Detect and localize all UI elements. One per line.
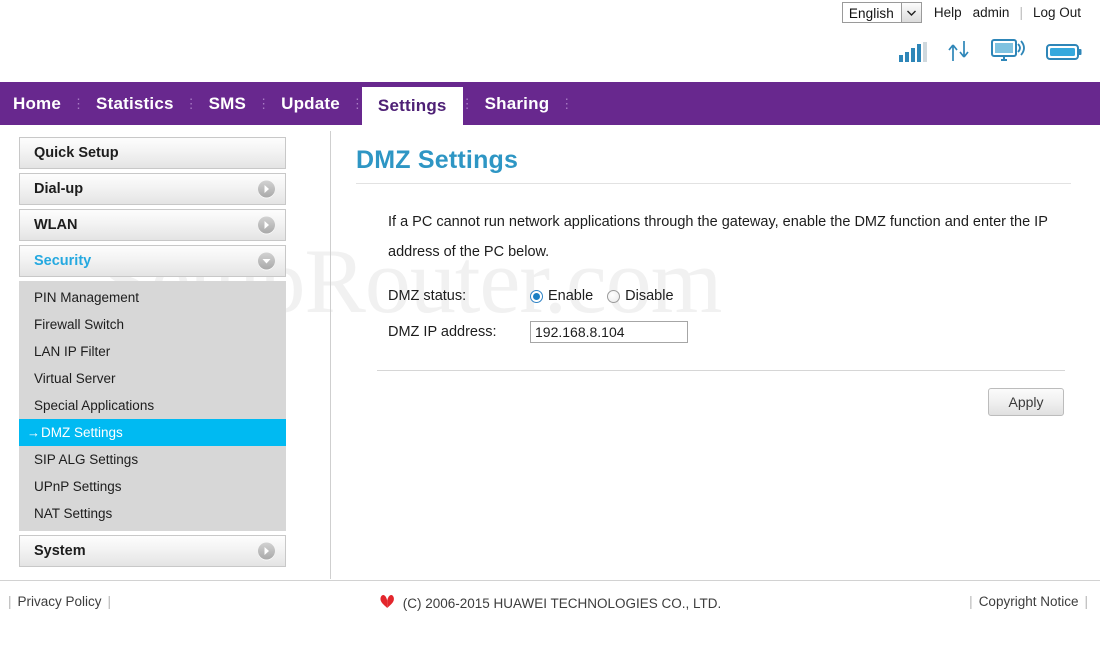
logout-link[interactable]: Log Out	[1032, 5, 1082, 20]
sidebar-group-label: WLAN	[34, 217, 78, 233]
page-footer: | Privacy Policy | (C) 2006-2015 HUAWEI …	[0, 581, 1100, 646]
nav-item-statistics[interactable]: Statistics	[83, 82, 187, 125]
sidebar-item-label: PIN Management	[34, 290, 140, 305]
footer-pipe: |	[107, 594, 112, 609]
language-select-value: English	[848, 5, 894, 21]
sidebar-item-label: Firewall Switch	[34, 317, 125, 332]
nav-item-update[interactable]: Update	[268, 82, 353, 125]
page-title: DMZ Settings	[356, 146, 519, 174]
dmz-status-radio-group: Enable Disable	[530, 288, 674, 304]
chevron-right-icon	[258, 180, 275, 198]
utility-links: English Help admin | Log Out	[841, 2, 1082, 23]
nav-separator: ⋮	[257, 96, 271, 111]
sidebar-item-nat-settings[interactable]: NAT Settings	[19, 500, 286, 527]
sidebar-item-dmz-settings[interactable]: → DMZ Settings	[19, 419, 286, 446]
sidebar-group-label: Dial-up	[34, 181, 84, 197]
dmz-ip-label: DMZ IP address:	[388, 324, 497, 340]
sidebar-item-firewall-switch[interactable]: Firewall Switch	[19, 311, 286, 338]
chevron-down-icon	[900, 3, 921, 22]
chevron-down-icon	[258, 252, 275, 270]
dmz-status-row: DMZ status: Enable Disable	[388, 280, 688, 312]
huawei-logo-icon	[379, 594, 396, 612]
sidebar-group-label: Security	[34, 253, 92, 269]
nav-separator: ⋮	[72, 96, 86, 111]
nav-separator: ⋮	[560, 96, 574, 111]
help-link[interactable]: Help	[933, 5, 963, 20]
copyright-text: (C) 2006-2015 HUAWEI TECHNOLOGIES CO., L…	[402, 595, 722, 611]
copyright-notice-link[interactable]: Copyright Notice	[979, 594, 1079, 609]
footer-pipe: |	[8, 594, 12, 609]
nav-separator: ⋮	[460, 96, 474, 111]
sidebar-item-label: LAN IP Filter	[34, 344, 111, 359]
top-utility-bar: English Help admin | Log Out	[0, 0, 1100, 82]
sidebar-item-sip-alg-settings[interactable]: SIP ALG Settings	[19, 446, 286, 473]
chevron-right-icon	[258, 216, 275, 234]
sidebar-group-label: Quick Setup	[34, 145, 119, 161]
utility-divider: |	[1019, 5, 1023, 20]
sidebar-item-label: DMZ Settings	[41, 425, 123, 440]
privacy-policy-link[interactable]: Privacy Policy	[18, 594, 102, 609]
sidebar-group-system[interactable]: System	[19, 535, 286, 567]
nav-item-settings[interactable]: Settings	[361, 87, 463, 125]
connected-device-icon	[991, 38, 1027, 62]
main-navigation: Home ⋮ Statistics ⋮ SMS ⋮ Update ⋮ Setti…	[0, 82, 1100, 125]
sidebar-item-lan-ip-filter[interactable]: LAN IP Filter	[19, 338, 286, 365]
title-divider	[356, 183, 1071, 184]
sidebar-group-security[interactable]: Security	[19, 245, 286, 277]
sidebar-item-upnp-settings[interactable]: UPnP Settings	[19, 473, 286, 500]
footer-pipe: |	[1084, 594, 1088, 609]
dmz-status-label: DMZ status:	[388, 288, 467, 304]
sidebar-item-pin-management[interactable]: PIN Management	[19, 284, 286, 311]
status-icon-row	[899, 38, 1082, 62]
settings-sidebar: Quick Setup Dial-up WLAN Security PIN Ma…	[19, 137, 286, 571]
dmz-ip-row: DMZ IP address:	[388, 316, 688, 348]
dmz-status-enable-label: Enable	[548, 288, 594, 304]
sidebar-group-wlan[interactable]: WLAN	[19, 209, 286, 241]
apply-button[interactable]: Apply	[988, 388, 1064, 416]
sidebar-group-label: System	[34, 543, 86, 559]
form-footer-divider	[377, 370, 1065, 371]
main-content-panel: DMZ Settings If a PC cannot run network …	[330, 125, 1100, 580]
dmz-status-disable-label: Disable	[625, 288, 674, 304]
nav-item-home[interactable]: Home	[0, 82, 74, 125]
sidebar-item-label: Special Applications	[34, 398, 155, 413]
nav-separator: ⋮	[350, 96, 364, 111]
sidebar-item-special-applications[interactable]: Special Applications	[19, 392, 286, 419]
security-submenu: PIN Management Firewall Switch LAN IP Fi…	[19, 281, 286, 531]
chevron-right-icon	[258, 542, 275, 560]
page-description: If a PC cannot run network applications …	[388, 214, 1048, 260]
sidebar-item-virtual-server[interactable]: Virtual Server	[19, 365, 286, 392]
radio-unselected-icon	[607, 289, 621, 303]
nav-item-sharing[interactable]: Sharing	[472, 82, 563, 125]
language-select[interactable]: English	[841, 2, 922, 23]
sidebar-item-label: NAT Settings	[34, 506, 113, 521]
footer-right: | Copyright Notice |	[969, 594, 1088, 609]
dmz-ip-input[interactable]	[530, 321, 688, 343]
footer-left: | Privacy Policy |	[8, 594, 111, 609]
sidebar-group-dial-up[interactable]: Dial-up	[19, 173, 286, 205]
dmz-status-enable-radio[interactable]: Enable	[530, 288, 593, 304]
footer-copyright: (C) 2006-2015 HUAWEI TECHNOLOGIES CO., L…	[379, 594, 722, 612]
sidebar-item-label: Virtual Server	[34, 371, 116, 386]
data-transfer-icon	[946, 40, 972, 62]
sidebar-group-quick-setup[interactable]: Quick Setup	[19, 137, 286, 169]
radio-selected-icon	[530, 289, 543, 303]
nav-item-sms[interactable]: SMS	[196, 82, 259, 125]
sidebar-item-label: SIP ALG Settings	[34, 452, 139, 467]
signal-strength-icon	[899, 42, 927, 62]
sidebar-item-label: UPnP Settings	[34, 479, 122, 494]
account-link[interactable]: admin	[972, 5, 1011, 20]
selected-arrow-icon: →	[27, 425, 40, 440]
dmz-status-disable-radio[interactable]: Disable	[607, 288, 674, 304]
dmz-form: DMZ status: Enable Disable DMZ IP addres…	[388, 280, 688, 348]
battery-icon	[1046, 42, 1082, 62]
footer-pipe: |	[969, 594, 973, 609]
nav-separator: ⋮	[184, 96, 198, 111]
router-admin-page: English Help admin | Log Out Home ⋮ Stat…	[0, 0, 1100, 646]
